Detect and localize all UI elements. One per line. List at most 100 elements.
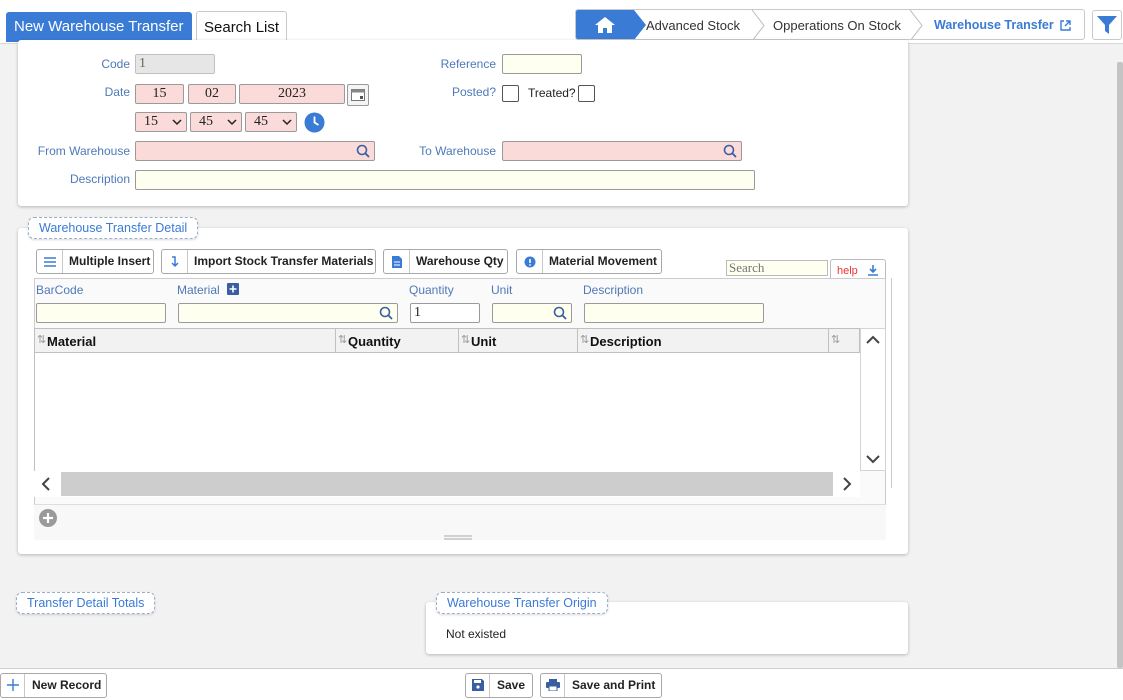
column-quantity[interactable]: ⇅ Quantity — [336, 329, 459, 352]
printer-icon — [546, 679, 560, 691]
search-icon[interactable] — [723, 144, 737, 158]
from-warehouse-label: From Warehouse — [37, 144, 130, 158]
chevron-down-icon[interactable] — [866, 454, 880, 464]
top-bar: New Warehouse Transfer Search List Advan… — [0, 0, 1123, 44]
date-year-field[interactable]: 2023 — [239, 84, 345, 104]
document-icon — [392, 256, 402, 268]
breadcrumb-separator-icon — [909, 10, 923, 39]
import-stock-transfer-button[interactable]: Import Stock Transfer Materials — [161, 249, 376, 274]
tab-new-warehouse-transfer[interactable]: New Warehouse Transfer — [6, 12, 192, 42]
entry-description-field[interactable] — [584, 303, 764, 323]
origin-status-text: Not existed — [446, 627, 507, 641]
posted-label: Posted? — [451, 85, 496, 99]
unit-label: Unit — [491, 283, 513, 297]
grid-right-border — [886, 278, 892, 488]
home-icon — [595, 17, 615, 33]
detail-section-title[interactable]: Warehouse Transfer Detail — [28, 217, 199, 239]
to-warehouse-label: To Warehouse — [419, 144, 496, 158]
add-row-icon[interactable] — [38, 508, 58, 528]
description-field[interactable] — [135, 170, 755, 190]
column-unit[interactable]: ⇅ Unit — [459, 329, 578, 352]
chevron-right-icon[interactable] — [842, 477, 852, 491]
multiple-insert-button[interactable]: Multiple Insert — [36, 249, 154, 274]
download-icon[interactable] — [867, 264, 879, 276]
list-icon — [44, 257, 56, 267]
calendar-icon — [351, 89, 365, 101]
quantity-label: Quantity — [409, 283, 454, 297]
breadcrumb-separator-icon — [751, 10, 765, 39]
description-label: Description — [69, 172, 130, 186]
posted-checkbox[interactable] — [502, 85, 519, 102]
treated-checkbox[interactable] — [578, 85, 595, 102]
search-icon[interactable] — [356, 144, 370, 158]
time-hour-select[interactable]: 15 — [135, 112, 187, 132]
to-warehouse-field[interactable] — [502, 141, 742, 161]
grid-horizontal-scrollbar[interactable] — [34, 471, 860, 497]
chevron-down-icon — [227, 119, 237, 126]
grid-footer — [34, 504, 886, 540]
sort-icon: ⇅ — [580, 334, 590, 346]
add-material-icon[interactable] — [227, 283, 239, 295]
warehouse-qty-button[interactable]: Warehouse Qty — [383, 249, 508, 274]
save-and-print-button[interactable]: Save and Print — [540, 673, 662, 698]
from-warehouse-field[interactable] — [135, 141, 375, 161]
date-month-field[interactable]: 02 — [188, 84, 236, 104]
grid-vertical-scrollbar[interactable] — [860, 328, 886, 471]
quantity-field[interactable]: 1 — [410, 303, 480, 323]
chevron-up-icon[interactable] — [866, 335, 880, 345]
date-label: Date — [104, 85, 130, 99]
sort-icon: ⇅ — [831, 334, 841, 346]
material-label: Material — [177, 283, 220, 297]
time-second-select[interactable]: 45 — [245, 112, 297, 132]
filter-icon — [1097, 16, 1117, 34]
sort-icon: ⇅ — [461, 334, 471, 346]
save-icon — [472, 679, 484, 691]
bottom-action-bar: New Record Save Save and Print — [0, 668, 1123, 700]
breadcrumb-advanced-stock[interactable]: Advanced Stock — [646, 10, 740, 39]
grid-search-input[interactable] — [726, 260, 828, 276]
material-field[interactable] — [178, 303, 398, 323]
code-field: 1 — [135, 54, 215, 74]
date-day-field[interactable]: 15 — [135, 84, 184, 104]
header-form-panel: Code 1 Reference Date 15 02 2023 Posted?… — [18, 40, 908, 206]
column-description[interactable]: ⇅ Description — [578, 329, 829, 352]
sort-icon: ⇅ — [338, 334, 348, 346]
barcode-label: BarCode — [36, 283, 84, 297]
grid-header: ⇅ Material ⇅ Quantity ⇅ Unit ⇅ Description ⇅ — [34, 328, 860, 353]
scrollbar-thumb[interactable] — [61, 472, 833, 496]
calendar-button[interactable] — [347, 84, 369, 106]
column-extra[interactable]: ⇅ — [829, 329, 859, 352]
help-button[interactable]: help — [830, 259, 886, 279]
reference-field[interactable] — [502, 54, 582, 74]
material-movement-button[interactable]: Material Movement — [516, 249, 662, 274]
column-material[interactable]: ⇅ Material — [35, 329, 336, 352]
totals-section-title[interactable]: Transfer Detail Totals — [16, 592, 156, 614]
resize-handle-icon[interactable] — [444, 535, 472, 540]
code-label: Code — [101, 57, 130, 71]
search-icon[interactable] — [379, 306, 393, 320]
entry-description-label: Description — [583, 283, 644, 297]
info-icon — [524, 256, 536, 268]
filter-button[interactable] — [1092, 10, 1122, 40]
tab-search-list[interactable]: Search List — [196, 11, 288, 42]
origin-section-title[interactable]: Warehouse Transfer Origin — [436, 592, 608, 614]
external-link-icon[interactable] — [1060, 20, 1071, 31]
search-icon[interactable] — [553, 306, 567, 320]
chevron-down-icon — [282, 119, 292, 126]
help-label: help — [837, 265, 858, 277]
breadcrumb-warehouse-transfer[interactable]: Warehouse Transfer — [934, 10, 1054, 39]
barcode-field[interactable] — [36, 303, 166, 323]
sort-icon: ⇅ — [37, 334, 47, 346]
new-record-button[interactable]: New Record — [0, 673, 107, 698]
reference-label: Reference — [440, 57, 496, 71]
unit-field[interactable] — [492, 303, 572, 323]
time-minute-select[interactable]: 45 — [190, 112, 242, 132]
breadcrumb-operations-on-stock[interactable]: Opperations On Stock — [773, 10, 901, 39]
save-button[interactable]: Save — [465, 673, 533, 698]
page-scrollbar[interactable] — [1117, 62, 1123, 668]
chevron-left-icon[interactable] — [41, 477, 51, 491]
breadcrumb-home[interactable] — [576, 10, 646, 39]
chevron-down-icon — [172, 119, 182, 126]
treated-label: Treated? — [528, 86, 576, 100]
clock-icon[interactable] — [304, 112, 325, 133]
